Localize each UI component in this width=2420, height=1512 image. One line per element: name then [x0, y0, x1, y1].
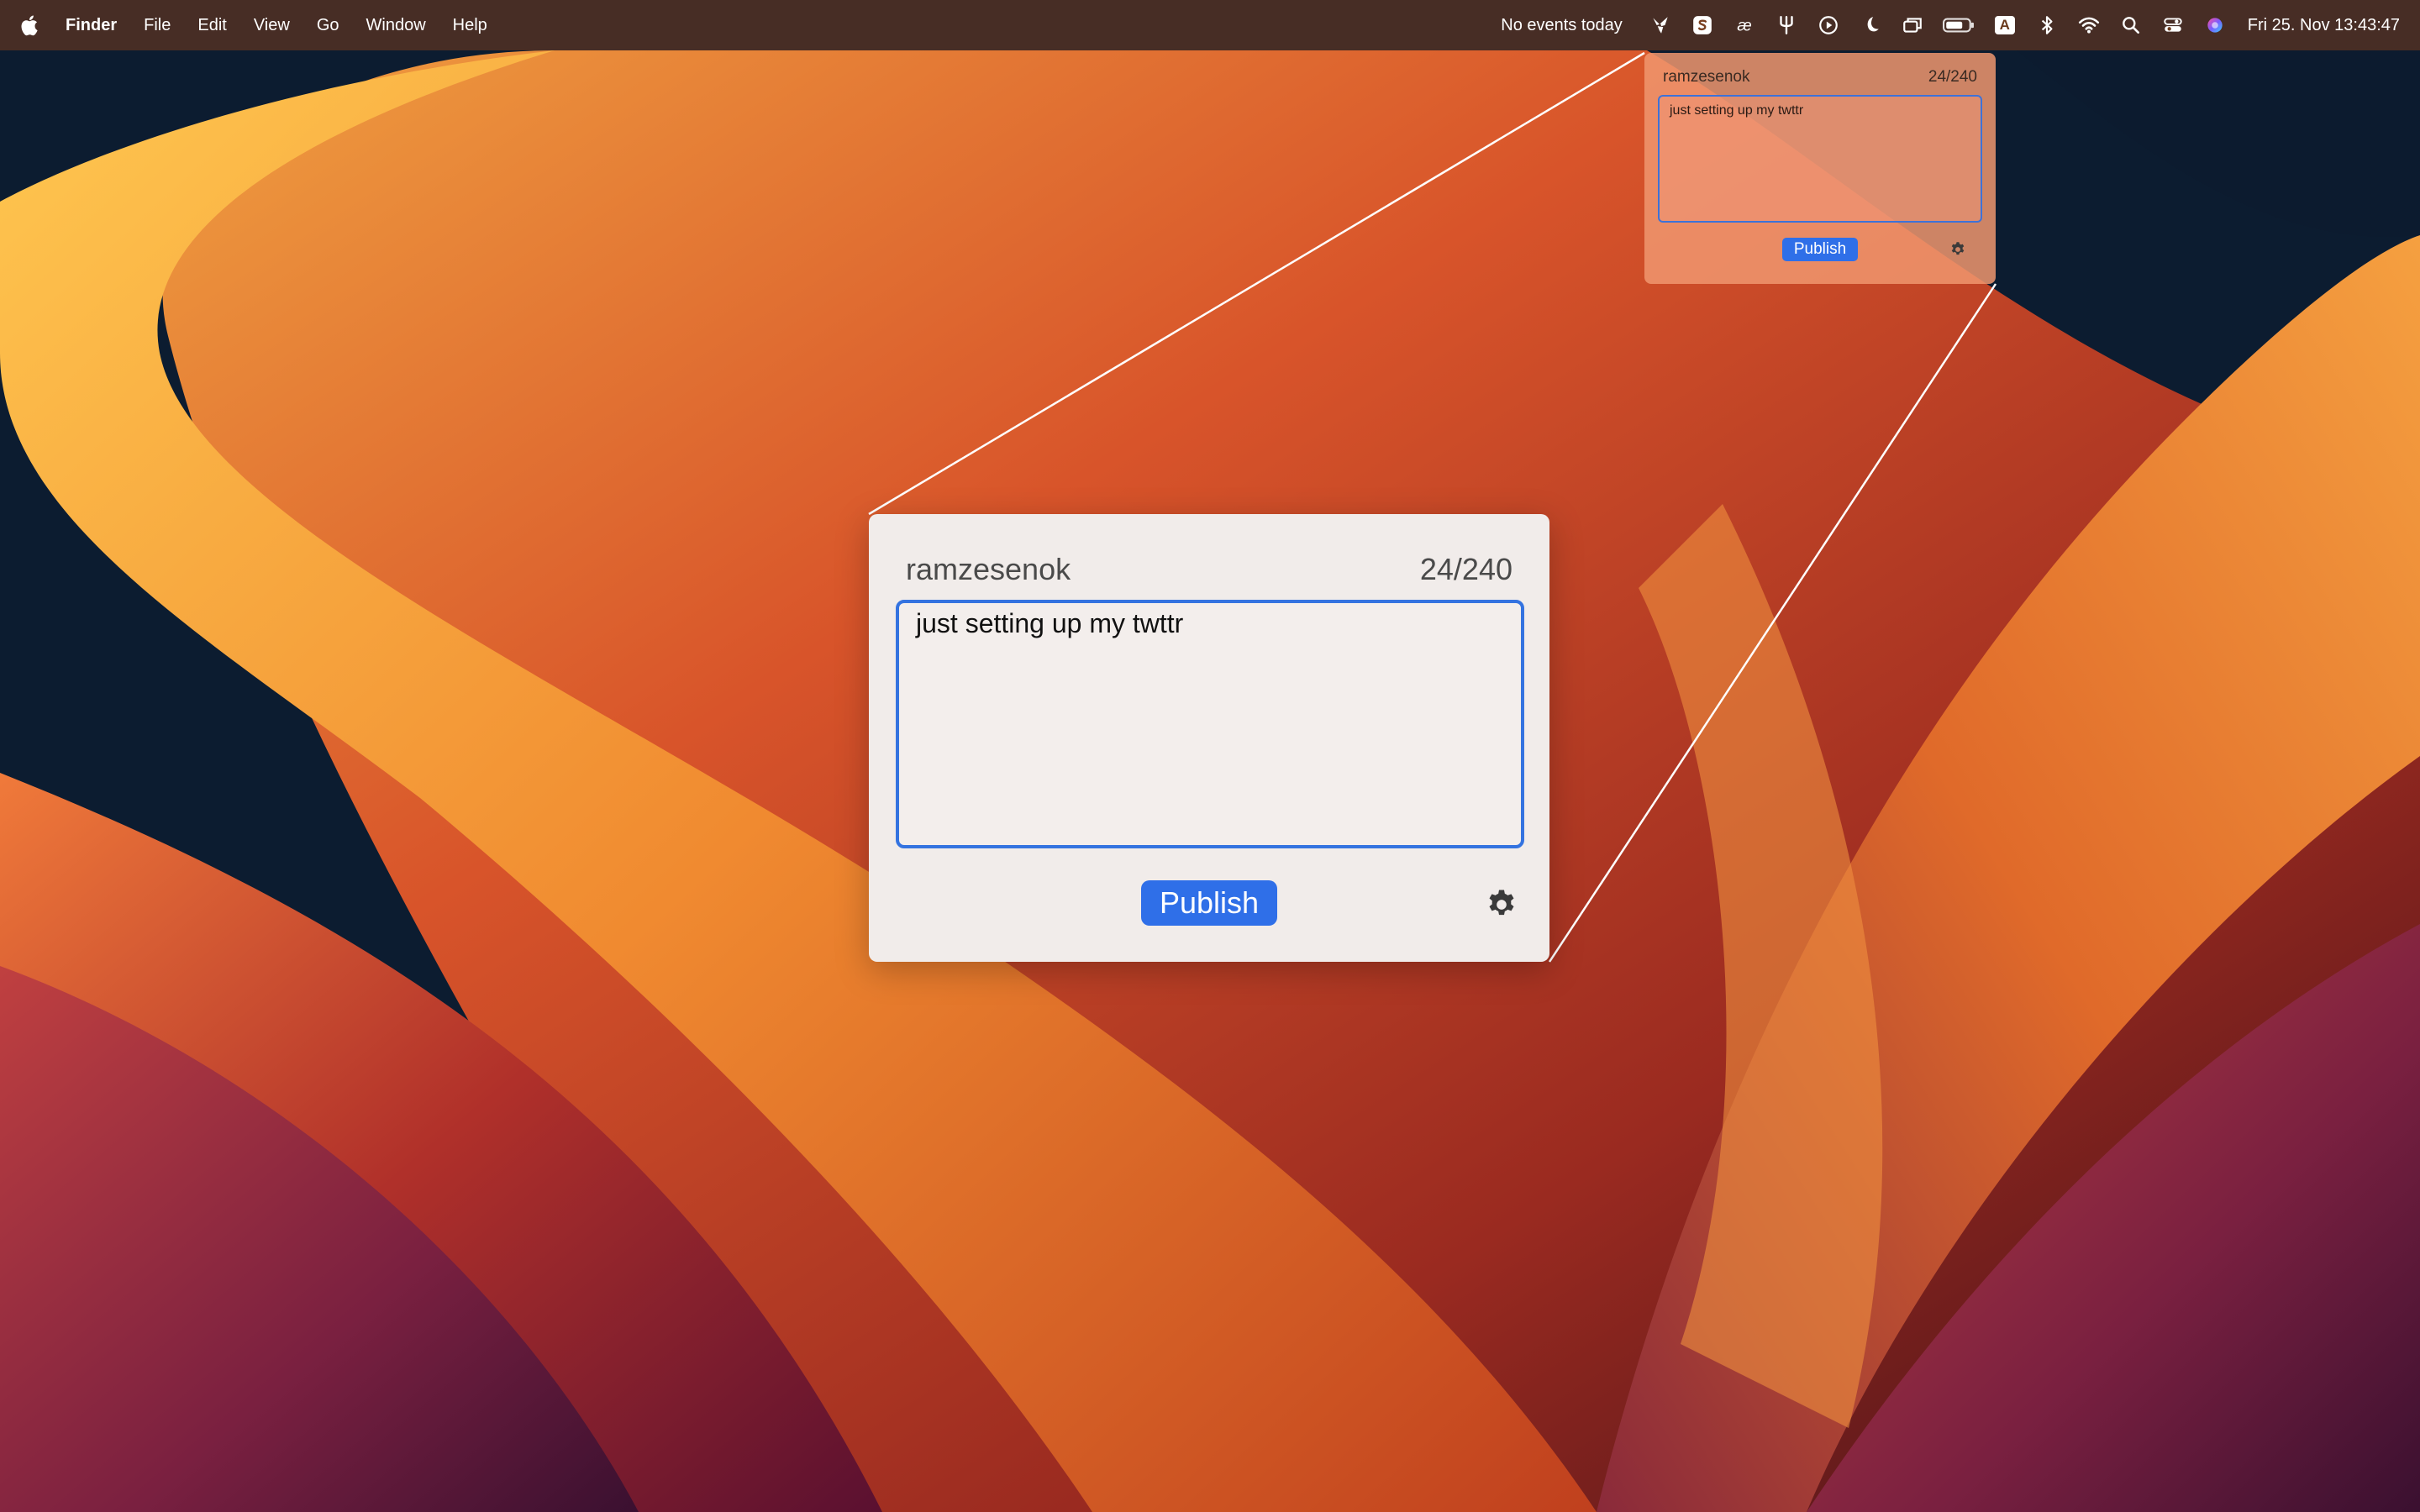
moon-icon[interactable] [1858, 13, 1883, 38]
menu-view[interactable]: View [254, 16, 290, 35]
bird-icon[interactable] [1648, 13, 1673, 38]
menu-edit[interactable]: Edit [197, 16, 226, 35]
publish-button[interactable]: Publish [1781, 238, 1859, 261]
username-label: ramzesenok [1663, 68, 1750, 86]
gear-icon-zoomed[interactable] [1484, 887, 1519, 922]
menu-help[interactable]: Help [453, 16, 487, 35]
spotlight-search-icon[interactable] [2118, 13, 2144, 38]
popover-footer: Publish [1663, 223, 1977, 276]
tweet-text-input[interactable]: just setting up my twttr [1658, 95, 1982, 223]
bluetooth-icon[interactable] [2034, 13, 2060, 38]
menu-window[interactable]: Window [366, 16, 426, 35]
popover-header-zoomed: ramzesenok 24/240 [906, 551, 1512, 588]
menu-file[interactable]: File [144, 16, 171, 35]
svg-text:æ: æ [1737, 17, 1751, 35]
publish-button-zoomed[interactable]: Publish [1140, 880, 1278, 926]
popover-header: ramzesenok 24/240 [1663, 68, 1977, 87]
menu-clock[interactable]: Fri 25. Nov 13:43:47 [2248, 16, 2400, 35]
ae-ligature-icon[interactable]: æ [1732, 13, 1757, 38]
siri-icon[interactable] [2202, 13, 2228, 38]
menu-app-name[interactable]: Finder [66, 16, 117, 35]
desktop: Finder File Edit View Go Window Help No … [0, 0, 2420, 1512]
play-circle-icon[interactable] [1816, 13, 1841, 38]
character-counter-zoomed: 24/240 [1419, 552, 1512, 586]
control-center-icon[interactable] [2160, 13, 2186, 38]
tuning-fork-icon[interactable] [1774, 13, 1799, 38]
input-source-icon[interactable]: A [1992, 13, 2018, 38]
input-source-letter: A [1994, 16, 2015, 34]
compose-popover-zoomed: ramzesenok 24/240 just setting up my twt… [869, 514, 1549, 962]
username-label-zoomed: ramzesenok [906, 552, 1071, 586]
popover-footer-zoomed: Publish [906, 848, 1514, 958]
compose-popover-small: ramzesenok 24/240 just setting up my twt… [1644, 53, 1996, 284]
character-counter: 24/240 [1928, 68, 1977, 86]
s-app-icon[interactable] [1690, 13, 1715, 38]
wifi-icon[interactable] [2076, 13, 2102, 38]
tweet-text-input-zoomed[interactable]: just setting up my twttr [896, 600, 1524, 848]
battery-icon[interactable] [1942, 13, 1975, 38]
apple-menu-icon[interactable] [20, 13, 42, 38]
screen-mirroring-icon[interactable] [1900, 13, 1925, 38]
gear-icon[interactable] [1949, 240, 1967, 259]
calendar-status[interactable]: No events today [1501, 16, 1623, 35]
menu-go[interactable]: Go [317, 16, 339, 35]
menu-bar: Finder File Edit View Go Window Help No … [0, 0, 2420, 50]
